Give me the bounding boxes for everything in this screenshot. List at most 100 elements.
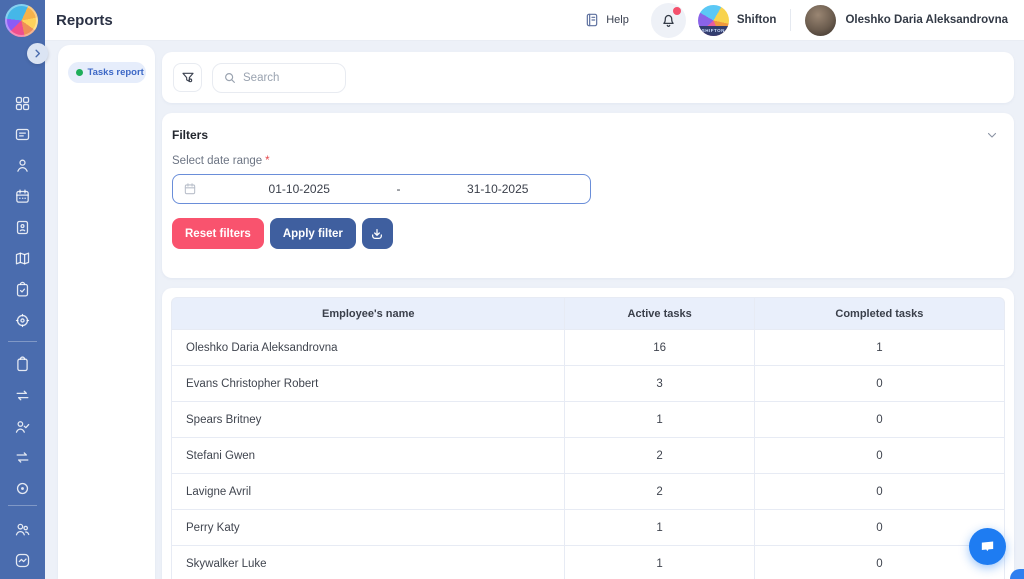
company-name: Shifton [736, 14, 777, 26]
active-tasks-cell: 2 [565, 438, 755, 474]
tasks-report-table: Employee's name Active tasks Completed t… [171, 297, 1005, 579]
user-menu[interactable]: Oleshko Daria Aleksandrovna [805, 4, 1008, 36]
company-switcher[interactable]: SHIFTON Shifton [697, 4, 777, 36]
dashboard-icon[interactable] [0, 95, 45, 112]
active-tasks-cell: 2 [565, 474, 755, 510]
collapse-filters-button[interactable] [986, 129, 998, 141]
completed-tasks-cell: 0 [754, 438, 1005, 474]
sidebar-divider [8, 341, 37, 342]
download-icon [369, 226, 385, 242]
page-title: Reports [56, 11, 113, 29]
company-feed-icon[interactable] [0, 126, 45, 143]
user-check-icon[interactable] [0, 418, 45, 435]
column-header-employee-name: Employee's name [171, 297, 566, 330]
activity-icon[interactable] [0, 552, 45, 569]
table-row: Spears Britney 1 0 [171, 402, 1005, 438]
users-icon[interactable] [0, 521, 45, 538]
app-logo[interactable] [5, 4, 38, 37]
search-input[interactable] [243, 71, 328, 84]
employee-name-cell: Stefani Gwen [171, 438, 566, 474]
date-range-input[interactable]: 01-10-2025 - 31-10-2025 [172, 174, 591, 204]
filters-title: Filters [172, 128, 209, 142]
active-tasks-cell: 1 [565, 402, 755, 438]
table-row: Stefani Gwen 2 0 [171, 438, 1005, 474]
table-header-row: Employee's name Active tasks Completed t… [171, 297, 1005, 330]
required-asterisk: * [265, 155, 270, 167]
notification-badge-dot [672, 6, 681, 15]
active-tasks-cell: 16 [565, 330, 755, 366]
filters-panel: Filters Select date range * 01-10-2025 - … [162, 113, 1014, 278]
user-name: Oleshko Daria Aleksandrovna [845, 14, 1008, 26]
column-header-completed-tasks: Completed tasks [754, 297, 1005, 330]
chevron-right-icon [32, 48, 43, 59]
employees-icon[interactable] [0, 157, 45, 174]
employee-name-cell: Perry Katy [171, 510, 566, 546]
sidebar-nav-top [0, 95, 45, 329]
search-field[interactable] [212, 62, 346, 93]
export-download-button[interactable] [361, 218, 393, 249]
sidebar [0, 0, 45, 579]
sidebar-nav-middle [0, 356, 45, 497]
employee-name-cell: Spears Britney [171, 402, 566, 438]
id-badge-icon[interactable] [0, 219, 45, 236]
completed-tasks-cell: 0 [754, 474, 1005, 510]
rotation-icon[interactable] [0, 387, 45, 404]
help-book-icon [584, 12, 600, 28]
calendar-icon[interactable] [0, 188, 45, 205]
user-avatar [805, 4, 837, 36]
shifton-logo-wordmark: SHIFTON [697, 25, 729, 36]
shifton-logo: SHIFTON [697, 4, 729, 36]
tasks-icon[interactable] [0, 281, 45, 298]
notifications-button[interactable] [650, 2, 686, 38]
chat-bubble-icon [979, 538, 996, 555]
employee-name-cell: Evans Christopher Robert [171, 366, 566, 402]
clipboard-icon[interactable] [0, 356, 45, 373]
locations-icon[interactable] [0, 250, 45, 267]
apply-filter-button[interactable]: Apply filter [269, 218, 356, 249]
sidebar-expand-button[interactable] [27, 43, 48, 64]
chat-widget-button[interactable] [969, 528, 1006, 565]
active-tasks-cell: 1 [565, 546, 755, 579]
table-row: Oleshko Daria Aleksandrovna 16 1 [171, 330, 1005, 366]
help-button[interactable]: Help [584, 12, 629, 28]
table-row: Skywalker Luke 1 0 [171, 546, 1005, 579]
completed-tasks-cell: 0 [754, 510, 1005, 546]
header-divider [790, 9, 792, 31]
table-row: Evans Christopher Robert 3 0 [171, 366, 1005, 402]
settings-icon[interactable] [0, 312, 45, 329]
reset-filters-button[interactable]: Reset filters [172, 218, 264, 249]
target-icon[interactable] [0, 480, 45, 497]
tasks-report-table-card: Employee's name Active tasks Completed t… [162, 288, 1014, 579]
table-row: Perry Katy 1 0 [171, 510, 1005, 546]
table-row: Lavigne Avril 2 0 [171, 474, 1005, 510]
filter-button[interactable] [173, 63, 202, 92]
active-tasks-cell: 3 [565, 366, 755, 402]
tasks-report-tab[interactable]: Tasks report [67, 62, 146, 83]
reports-nav-panel: Tasks report [58, 45, 155, 579]
completed-tasks-cell: 1 [754, 330, 1005, 366]
exchange-icon[interactable] [0, 449, 45, 466]
calendar-icon [173, 182, 207, 196]
sidebar-nav-bottom [0, 521, 45, 569]
date-to-value[interactable]: 31-10-2025 [406, 182, 591, 196]
help-label: Help [606, 14, 629, 26]
search-toolbar [162, 52, 1014, 103]
date-from-value[interactable]: 01-10-2025 [207, 182, 392, 196]
employee-name-cell: Lavigne Avril [171, 474, 566, 510]
top-header: Reports Help SHIFTON Shifton Oleshko Dar… [45, 0, 1024, 41]
date-range-label: Select date range * [172, 155, 270, 167]
search-icon [223, 71, 237, 85]
column-header-active-tasks: Active tasks [565, 297, 755, 330]
tasks-report-label: Tasks report [87, 67, 144, 78]
active-status-dot [75, 69, 83, 76]
funnel-filter-icon [180, 70, 196, 86]
employee-name-cell: Skywalker Luke [171, 546, 566, 579]
active-tasks-cell: 1 [565, 510, 755, 546]
completed-tasks-cell: 0 [754, 402, 1005, 438]
sidebar-divider [8, 505, 37, 506]
completed-tasks-cell: 0 [754, 546, 1005, 579]
date-range-separator: - [396, 182, 401, 196]
employee-name-cell: Oleshko Daria Aleksandrovna [171, 330, 566, 366]
completed-tasks-cell: 0 [754, 366, 1005, 402]
chevron-down-icon [986, 129, 998, 141]
